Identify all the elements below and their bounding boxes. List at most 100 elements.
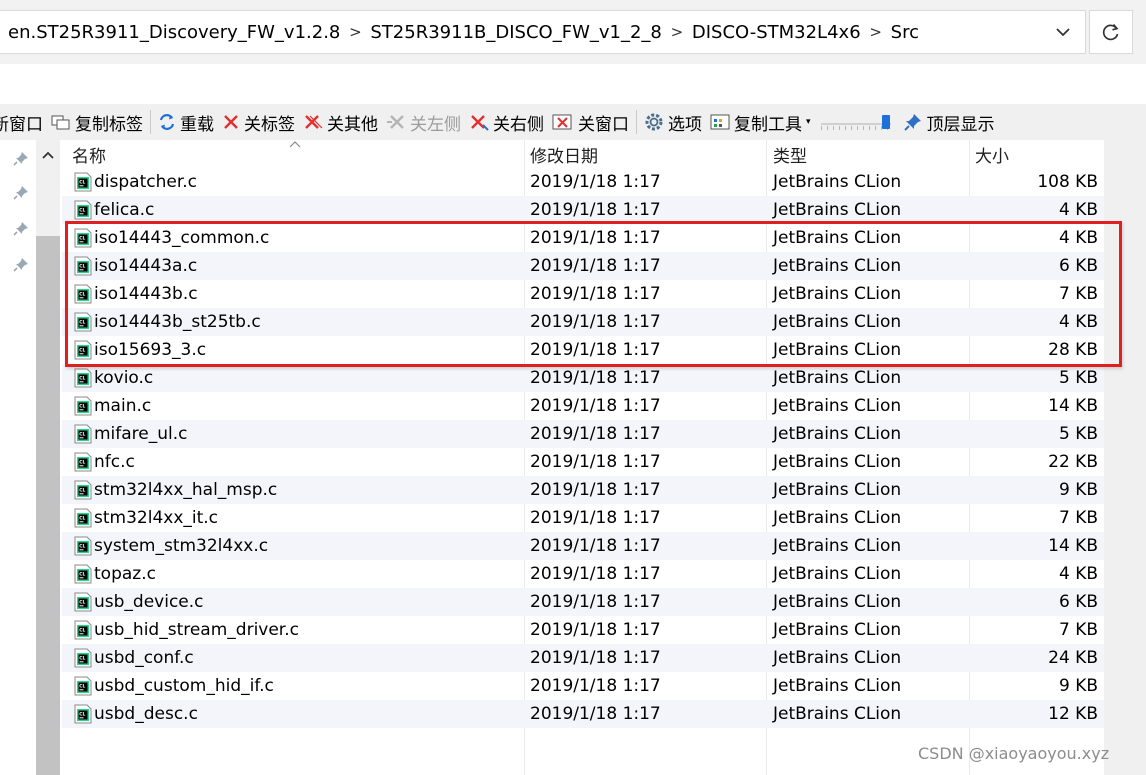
pin-icon[interactable] <box>12 150 30 168</box>
file-row[interactable]: CL topaz.c 2019/1/18 1:17 JetBrains CLion 4 … <box>62 560 1106 588</box>
close-left-button[interactable]: 关左侧 <box>382 107 465 137</box>
file-date: 2019/1/18 1:17 <box>530 368 661 388</box>
breadcrumb-item[interactable]: Src <box>891 22 919 43</box>
file-row[interactable]: CL dispatcher.c 2019/1/18 1:17 JetBrains CL… <box>62 168 1106 196</box>
file-size-cell: 28 KB <box>972 336 1098 364</box>
file-name-cell[interactable]: CL stm32l4xx_it.c <box>74 504 218 532</box>
column-header-size[interactable]: 大小 <box>975 140 1009 168</box>
file-row[interactable]: CL iso14443a.c 2019/1/18 1:17 JetBrains CLi… <box>62 252 1106 280</box>
file-row[interactable]: CL mifare_ul.c 2019/1/18 1:17 JetBrains CLi… <box>62 420 1106 448</box>
refresh-button[interactable] <box>1089 10 1133 54</box>
file-name-cell[interactable]: CL iso14443b_st25tb.c <box>74 308 261 336</box>
file-name: mifare_ul.c <box>94 424 188 444</box>
pin-top-icon <box>903 114 921 131</box>
file-type: JetBrains CLion <box>773 704 902 724</box>
file-type: JetBrains CLion <box>773 340 902 360</box>
opacity-slider[interactable] <box>820 112 891 132</box>
file-row[interactable]: CL usbd_custom_hid_if.c 2019/1/18 1:17 JetB… <box>62 672 1106 700</box>
file-row[interactable]: CL kovio.c 2019/1/18 1:17 JetBrains CLion 5 … <box>62 364 1106 392</box>
reload-button[interactable]: 重载 <box>154 107 218 137</box>
breadcrumb-separator[interactable]: > <box>861 23 891 41</box>
file-date-cell: 2019/1/18 1:17 <box>530 476 661 504</box>
file-name-cell[interactable]: CL felica.c <box>74 196 154 224</box>
file-name-cell[interactable]: CL iso14443a.c <box>74 252 197 280</box>
column-header-size-label: 大小 <box>975 146 1009 167</box>
close-right-button[interactable]: 关右侧 <box>465 107 548 137</box>
address-dropdown-button[interactable] <box>1051 19 1075 45</box>
file-size-cell: 5 KB <box>972 364 1098 392</box>
clion-file-icon: CL <box>74 704 92 724</box>
breadcrumb-item[interactable]: ST25R3911B_DISCO_FW_v1_2_8 <box>370 22 661 43</box>
file-name-cell[interactable]: CL dispatcher.c <box>74 168 197 196</box>
file-name-cell[interactable]: CL main.c <box>74 392 151 420</box>
file-name-cell[interactable]: CL iso14443_common.c <box>74 224 269 252</box>
pin-icon[interactable] <box>12 256 30 274</box>
file-row[interactable]: CL usbd_desc.c 2019/1/18 1:17 JetBrains CLi… <box>62 700 1106 728</box>
breadcrumb-separator[interactable]: > <box>340 23 370 41</box>
file-type: JetBrains CLion <box>773 676 902 696</box>
copy-tool-dropdown-icon[interactable]: ▾ <box>806 117 811 127</box>
file-row[interactable]: CL iso15693_3.c 2019/1/18 1:17 JetBrains CL… <box>62 336 1106 364</box>
close-window-button[interactable]: 关窗口 <box>548 107 633 137</box>
navigation-scrollbar[interactable] <box>36 140 60 775</box>
scrollbar-thumb[interactable] <box>36 236 60 775</box>
file-name: topaz.c <box>94 564 156 584</box>
file-name-cell[interactable]: CL iso14443b.c <box>74 280 198 308</box>
file-name-cell[interactable]: CL usbd_desc.c <box>74 700 198 728</box>
file-name-cell[interactable]: CL usb_device.c <box>74 588 204 616</box>
file-row[interactable]: CL main.c 2019/1/18 1:17 JetBrains CLion 14 … <box>62 392 1106 420</box>
copy-tab-button[interactable]: 复制标签 <box>47 107 147 137</box>
breadcrumb-item[interactable]: DISCO-STM32L4x6 <box>692 22 861 43</box>
pin-icon[interactable] <box>12 184 30 202</box>
pin-icon[interactable] <box>12 220 30 238</box>
clion-file-icon: CL <box>74 284 92 304</box>
file-size: 12 KB <box>1048 704 1098 724</box>
svg-text:CL: CL <box>79 544 85 550</box>
file-name-cell[interactable]: CL mifare_ul.c <box>74 420 188 448</box>
file-row[interactable]: CL usbd_conf.c 2019/1/18 1:17 JetBrains CLi… <box>62 644 1106 672</box>
file-row[interactable]: CL felica.c 2019/1/18 1:17 JetBrains CLion 4… <box>62 196 1106 224</box>
scroll-up-button[interactable] <box>36 144 60 166</box>
file-name-cell[interactable]: CL stm32l4xx_hal_msp.c <box>74 476 277 504</box>
file-row[interactable]: CL nfc.c 2019/1/18 1:17 JetBrains CLion 22 K… <box>62 448 1106 476</box>
breadcrumb-separator[interactable]: > <box>662 23 692 41</box>
copy-tool-button[interactable]: 复制工具 ▾ <box>706 107 815 137</box>
file-name-cell[interactable]: CL nfc.c <box>74 448 135 476</box>
reload-icon <box>159 114 175 130</box>
file-row[interactable]: CL stm32l4xx_hal_msp.c 2019/1/18 1:17 JetBr… <box>62 476 1106 504</box>
file-name-cell[interactable]: CL usb_hid_stream_driver.c <box>74 616 299 644</box>
file-name-cell[interactable]: CL topaz.c <box>74 560 156 588</box>
breadcrumb-item[interactable]: en.ST25R3911_Discovery_FW_v1.2.8 <box>8 22 340 43</box>
file-type: JetBrains CLion <box>773 452 902 472</box>
slider-thumb[interactable] <box>881 115 890 129</box>
file-row[interactable]: CL usb_device.c 2019/1/18 1:17 JetBrains CL… <box>62 588 1106 616</box>
svg-text:CL: CL <box>79 376 85 382</box>
new-window-button[interactable]: 新窗口 <box>0 107 47 137</box>
close-others-button[interactable]: 关其他 <box>299 107 382 137</box>
file-row[interactable]: CL usb_hid_stream_driver.c 2019/1/18 1:17 J… <box>62 616 1106 644</box>
always-on-top-button[interactable]: 顶层显示 <box>899 107 999 137</box>
options-button[interactable]: 选项 <box>640 107 706 137</box>
close-tab-button[interactable]: 关标签 <box>218 107 299 137</box>
file-name-cell[interactable]: CL kovio.c <box>74 364 153 392</box>
column-header-date[interactable]: 修改日期 <box>530 140 598 168</box>
file-type: JetBrains CLion <box>773 368 902 388</box>
file-row[interactable]: CL iso14443_common.c 2019/1/18 1:17 JetBrai… <box>62 224 1106 252</box>
file-size-cell: 6 KB <box>972 588 1098 616</box>
file-row[interactable]: CL stm32l4xx_it.c 2019/1/18 1:17 JetBrains … <box>62 504 1106 532</box>
clion-file-icon: CL <box>74 396 92 416</box>
file-date: 2019/1/18 1:17 <box>530 284 661 304</box>
file-row[interactable]: CL iso14443b_st25tb.c 2019/1/18 1:17 JetBra… <box>62 308 1106 336</box>
file-name-cell[interactable]: CL system_stm32l4xx.c <box>74 532 268 560</box>
file-date: 2019/1/18 1:17 <box>530 508 661 528</box>
file-name: nfc.c <box>94 452 135 472</box>
address-bar[interactable]: en.ST25R3911_Discovery_FW_v1.2.8 > ST25R… <box>0 10 1086 54</box>
file-row[interactable]: CL iso14443b.c 2019/1/18 1:17 JetBrains CLi… <box>62 280 1106 308</box>
file-name-cell[interactable]: CL usbd_conf.c <box>74 644 194 672</box>
file-name-cell[interactable]: CL usbd_custom_hid_if.c <box>74 672 274 700</box>
file-name-cell[interactable]: CL iso15693_3.c <box>74 336 206 364</box>
column-header-name[interactable]: 名称 <box>72 140 106 168</box>
column-header-type[interactable]: 类型 <box>773 140 807 168</box>
file-row[interactable]: CL system_stm32l4xx.c 2019/1/18 1:17 JetBra… <box>62 532 1106 560</box>
file-name: kovio.c <box>94 368 154 388</box>
